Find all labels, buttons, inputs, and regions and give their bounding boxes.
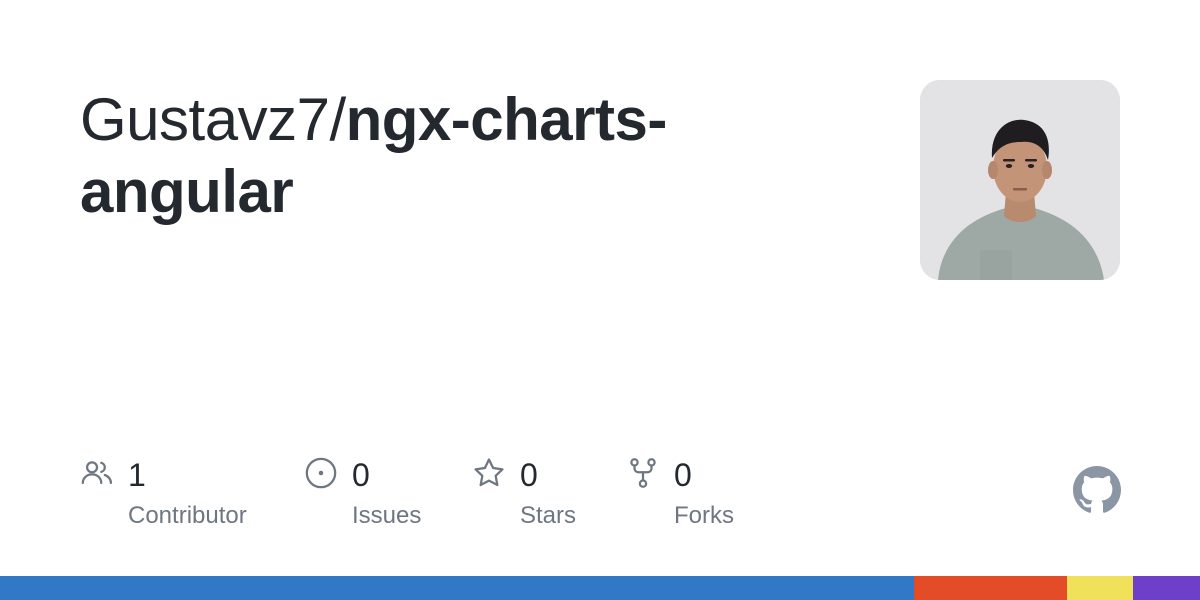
stars-label: Stars [520, 502, 577, 529]
language-bar-segment [914, 576, 1067, 600]
avatar-photo [920, 80, 1120, 280]
star-icon [472, 456, 506, 490]
issues-icon [304, 456, 338, 490]
forks-label: Forks [674, 502, 734, 529]
forks-count: 0 [674, 457, 692, 493]
contributors-label: Contributor [128, 502, 247, 529]
repo-title[interactable]: Gustavz7/ngx-charts-angular [80, 84, 800, 228]
contributors-count: 1 [128, 457, 146, 493]
contributors-icon [80, 456, 114, 490]
issues-label: Issues [352, 502, 422, 529]
owner-avatar[interactable] [920, 80, 1120, 280]
issues-count: 0 [352, 457, 370, 493]
repo-owner[interactable]: Gustavz7 [80, 86, 330, 153]
github-logo-icon[interactable] [1073, 466, 1121, 514]
language-bar-segment [1132, 576, 1200, 600]
repo-separator: / [329, 86, 346, 153]
language-bar-segment [1066, 576, 1133, 600]
language-bar [0, 576, 1200, 600]
fork-icon [626, 456, 660, 490]
language-bar-segment [0, 576, 915, 600]
stars-count: 0 [520, 457, 538, 493]
